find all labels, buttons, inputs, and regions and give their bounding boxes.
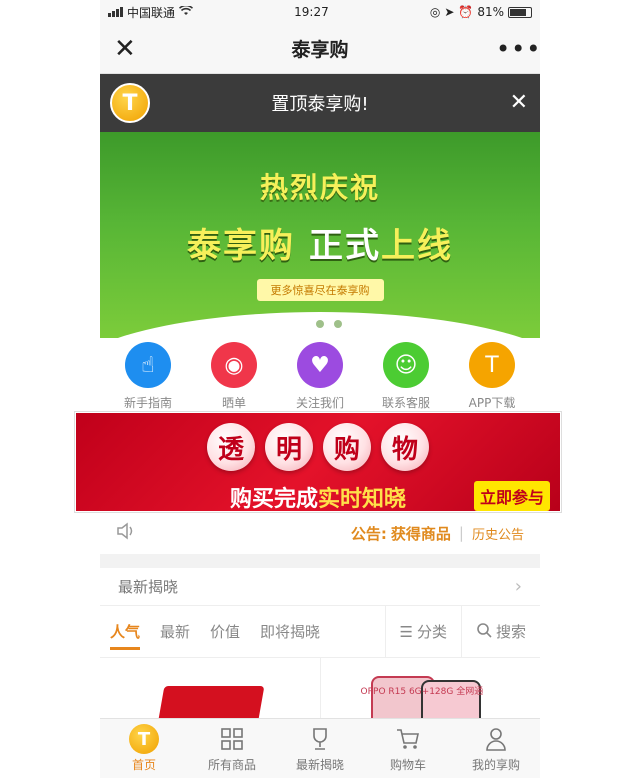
lock-rotation-icon: ◎ [429,5,441,19]
sort-tab[interactable]: 人气 [100,606,150,658]
alarm-icon: ⏰ [458,5,474,19]
promo-banner[interactable]: 透明购物 购买完成实时知晓 立即参与 [75,412,561,512]
promo-char-bubble: 物 [381,423,429,471]
sort-tab[interactable]: 价值 [200,606,250,658]
promo-char-bubble: 明 [265,423,313,471]
hand-pointer-icon: ☝ [125,342,171,388]
sort-tab[interactable]: 最新 [150,606,200,658]
tabbar-item[interactable]: 我的享购 [452,719,540,778]
chevron-right-icon: › [514,576,522,597]
app-logo-icon: T [469,342,515,388]
join-now-button[interactable]: 立即参与 [473,481,550,511]
hero-carousel[interactable]: 热烈庆祝 泰享购 正式上线 更多惊喜尽在泰享购 [100,132,540,338]
bottom-tab-bar: T 首页 所有商品 最新揭晓 购物车 我的享购 [100,718,540,778]
chat-icon: ☺ [383,342,429,388]
trophy-icon [305,725,335,753]
tabbar-label: 我的享购 [471,758,520,772]
quick-link-label: 联系客服 [381,396,430,410]
quick-links: ☝ 新手指南 ◉ 晒单 ♥ 关注我们 ☺ 联系客服 T APP下载 [100,338,540,416]
close-icon[interactable]: ✕ [114,34,144,64]
promo-char-bubble: 透 [207,423,255,471]
page-title: 泰享购 [291,39,349,61]
status-bar: 中国联通 19:27 ◎ ➤ ⏰ 81% [100,0,540,24]
search-icon [476,622,492,642]
nav-bar: ✕ 泰享购 ••• [100,24,540,74]
quick-link[interactable]: ♥ 关注我们 [282,342,358,416]
quick-link[interactable]: ☝ 新手指南 [110,342,186,416]
notice-divider: | [458,524,464,542]
search-button[interactable]: 搜索 [462,621,540,642]
product-image [155,686,265,718]
battery-percent: 81% [477,5,504,19]
carousel-dot[interactable] [298,320,306,328]
promo-slogan-a: 购买完成 [229,487,318,512]
quick-link[interactable]: T APP下载 [454,342,530,416]
sort-tabs: 人气 最新 价值 即将揭晓 ☰ 分类 搜索 [100,605,540,658]
pin-close-icon[interactable]: ✕ [510,90,528,115]
home-logo-icon: T [129,724,159,754]
hero-brand: 泰享购 [187,226,295,266]
quick-link-label: 新手指南 [123,396,172,410]
notice-value[interactable]: 获得商品 [391,523,451,544]
quick-link[interactable]: ◉ 晒单 [196,342,272,416]
notice-label: 公告: [350,524,387,543]
history-notice-link[interactable]: 历史公告 [472,524,524,543]
product-card[interactable] [100,658,321,718]
search-label: 搜索 [495,623,526,641]
product-card[interactable]: OPPO R15 6G+128G 全网通 [321,658,541,718]
camera-icon: ◉ [211,342,257,388]
quick-link-label: 关注我们 [295,396,344,410]
carousel-dot[interactable] [334,320,342,328]
tabbar-label: 首页 [131,758,156,772]
category-label: 分类 [416,623,447,641]
quick-link[interactable]: ☺ 联系客服 [368,342,444,416]
quick-link-label: 晒单 [221,396,246,410]
hero-tagline: 更多惊喜尽在泰享购 [256,279,384,301]
carousel-dots [100,320,540,328]
phone-screen: 中国联通 19:27 ◎ ➤ ⏰ 81% ✕ 泰享购 ••• T 置顶泰享购! … [100,0,540,778]
promo-slogan-b: 实时知晓 [318,487,407,512]
hero-official: 正式 [309,226,381,266]
pin-banner-text: 置顶泰享购! [271,94,369,115]
tabbar-item[interactable]: 所有商品 [188,719,276,778]
cart-icon [393,725,423,753]
carrier-text: 中国联通 [127,5,176,20]
hero-launch: 上线 [381,226,453,266]
clock-text: 19:27 [294,5,329,19]
grid-icon [217,725,247,753]
hero-subheadline: 泰享购 正式上线 [100,218,540,267]
hero-headline: 热烈庆祝 [259,171,380,204]
location-icon: ➤ [444,5,455,19]
promo-char-bubble: 购 [323,423,371,471]
list-icon: ☰ [399,622,413,641]
tabbar-label: 所有商品 [207,758,256,772]
product-grid: OPPO R15 6G+128G 全网通 [100,658,540,718]
carousel-dot[interactable] [316,320,324,328]
tabbar-label: 最新揭晓 [295,758,344,772]
tabbar-item[interactable]: T 首页 [100,719,188,778]
heart-icon: ♥ [297,342,343,388]
speaker-icon [116,521,136,545]
latest-reveal-title: 最新揭晓 [118,578,179,596]
quick-link-label: APP下载 [468,396,516,410]
sort-tab[interactable]: 即将揭晓 [250,606,330,658]
tabbar-item[interactable]: 购物车 [364,719,452,778]
tabbar-label: 购物车 [389,758,426,772]
battery-icon [508,6,532,18]
signal-icon [108,7,123,17]
user-icon [481,725,511,753]
promo-bubbles: 透明购物 [76,423,560,471]
more-icon[interactable]: ••• [496,35,540,63]
tabbar-item[interactable]: 最新揭晓 [276,719,364,778]
wifi-icon [178,4,194,19]
notice-bar[interactable]: 公告: 获得商品 | 历史公告 [100,512,540,562]
pin-banner[interactable]: T 置顶泰享购! ✕ [100,74,540,132]
category-button[interactable]: ☰ 分类 [386,621,461,642]
latest-reveal-row[interactable]: 最新揭晓 › [100,562,540,606]
product-label: OPPO R15 6G+128G 全网通 [360,687,484,697]
